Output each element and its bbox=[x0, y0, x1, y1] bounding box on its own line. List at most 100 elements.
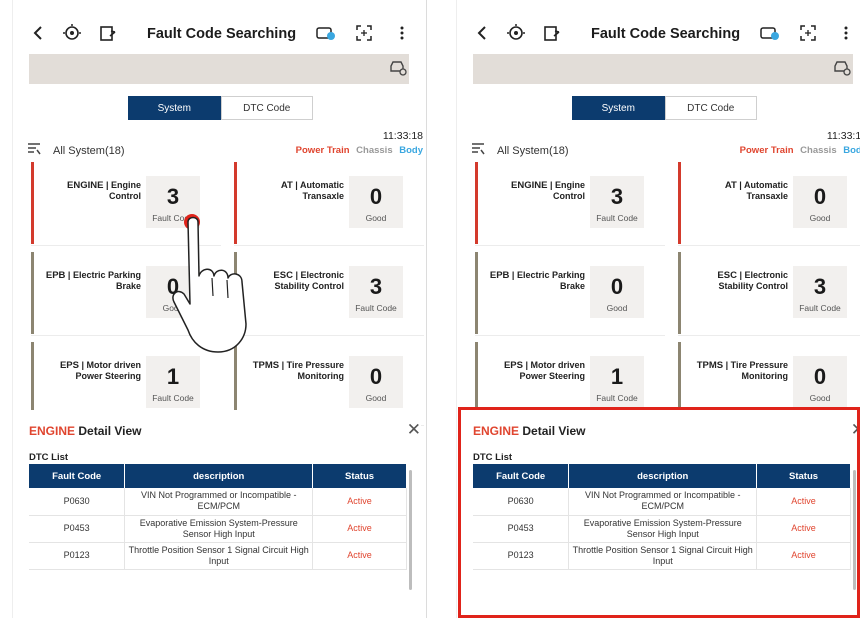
description-cell: Evaporative Emission System-Pressure Sen… bbox=[568, 515, 758, 543]
system-desc: Motor driven Power Steering bbox=[75, 360, 141, 381]
header-description: description bbox=[568, 464, 758, 488]
fault-count-box[interactable]: 0 Good bbox=[349, 356, 403, 408]
filter-list-icon[interactable] bbox=[27, 143, 41, 158]
screen-after: Fault Code Searching System DTC Code All… bbox=[456, 0, 860, 618]
more-icon[interactable] bbox=[835, 22, 857, 44]
system-name: ESC | Electronic Stability Control bbox=[717, 270, 788, 291]
close-icon[interactable]: ✕ bbox=[851, 420, 860, 440]
system-code: EPS bbox=[59, 360, 79, 371]
dtc-table: Fault Code description Status P0630 VIN N… bbox=[29, 464, 407, 570]
timestamp: 11:33:18 bbox=[826, 130, 860, 142]
table-row[interactable]: P0453 Evaporative Emission System-Pressur… bbox=[29, 515, 407, 543]
header-status: Status bbox=[312, 464, 407, 488]
fault-count: 1 bbox=[610, 364, 624, 389]
all-system-label: All System(18) bbox=[497, 145, 569, 157]
dtc-table-header: Fault Code description Status bbox=[29, 464, 407, 488]
tab-system[interactable]: System bbox=[128, 96, 221, 120]
back-icon[interactable] bbox=[27, 22, 49, 44]
fault-status: Good bbox=[365, 393, 387, 403]
status-bar bbox=[31, 162, 34, 244]
fault-count: 0 bbox=[610, 274, 624, 299]
category-filters: Power Train Chassis Body bbox=[296, 145, 423, 156]
fault-count-box[interactable]: 3 Fault Code bbox=[590, 176, 644, 228]
system-name: EPS | Motor driven Power Steering bbox=[59, 360, 141, 381]
fault-count-box[interactable]: 0 Good bbox=[793, 356, 847, 408]
capture-icon[interactable] bbox=[353, 22, 375, 44]
filter-power-train[interactable]: Power Train bbox=[740, 145, 794, 156]
fault-status: Fault Code bbox=[596, 393, 638, 403]
fault-count-box[interactable]: 0 Good bbox=[793, 176, 847, 228]
system-card-engine[interactable]: ENGINE | Engine Control 3 Fault Code bbox=[475, 160, 665, 246]
system-card-epb[interactable]: EPB | Electric Parking Brake 0 Good bbox=[475, 250, 665, 336]
system-summary-row: All System(18) 11:33:18 Power Train Chas… bbox=[27, 128, 423, 160]
share-icon[interactable] bbox=[541, 22, 563, 44]
vin-icon[interactable] bbox=[759, 22, 781, 44]
detail-title: ENGINE Detail View bbox=[29, 424, 142, 438]
system-desc: Tire Pressure Monitoring bbox=[286, 360, 344, 381]
system-desc: Electric Parking Brake bbox=[72, 270, 141, 291]
vin-icon[interactable] bbox=[315, 22, 337, 44]
status-bar bbox=[678, 162, 681, 244]
system-desc: Engine Control bbox=[109, 180, 141, 201]
obd-icon[interactable] bbox=[61, 22, 83, 44]
fault-status: Fault Code bbox=[596, 213, 638, 223]
system-code: TPMS bbox=[696, 360, 724, 371]
table-row[interactable]: P0630 VIN Not Programmed or Incompatible … bbox=[473, 488, 851, 516]
capture-icon[interactable] bbox=[797, 22, 819, 44]
header-description: description bbox=[124, 464, 314, 488]
system-code: EPB bbox=[45, 270, 66, 281]
table-row[interactable]: P0123 Throttle Position Sensor 1 Signal C… bbox=[473, 542, 851, 570]
fault-count-box[interactable]: 1 Fault Code bbox=[590, 356, 644, 408]
filter-body[interactable]: Body bbox=[843, 145, 860, 156]
filter-body[interactable]: Body bbox=[399, 145, 423, 156]
fault-count-box[interactable]: 3 Fault Code bbox=[349, 266, 403, 318]
system-desc: Electric Parking Brake bbox=[516, 270, 585, 291]
system-code: ENGINE bbox=[511, 180, 548, 191]
fault-code-cell: P0630 bbox=[473, 488, 570, 516]
close-icon[interactable]: ✕ bbox=[407, 420, 421, 440]
share-icon[interactable] bbox=[97, 22, 119, 44]
page-title: Fault Code Searching bbox=[147, 26, 297, 42]
description-cell: Throttle Position Sensor 1 Signal Circui… bbox=[124, 542, 314, 570]
tab-dtc-code[interactable]: DTC Code bbox=[220, 96, 313, 120]
table-scrollbar[interactable] bbox=[853, 470, 856, 590]
system-code: ENGINE bbox=[67, 180, 104, 191]
fault-count-box[interactable]: 1 Fault Code bbox=[146, 356, 200, 408]
dtc-table-body: P0630 VIN Not Programmed or Incompatible … bbox=[29, 488, 407, 570]
table-row[interactable]: P0630 VIN Not Programmed or Incompatible … bbox=[29, 488, 407, 516]
status-bar bbox=[475, 162, 478, 244]
vehicle-info-bar bbox=[473, 54, 853, 84]
category-filters: Power Train Chassis Body bbox=[740, 145, 860, 156]
car-icon[interactable] bbox=[389, 60, 407, 79]
fault-count-box[interactable]: 0 Good bbox=[349, 176, 403, 228]
filter-chassis[interactable]: Chassis bbox=[356, 145, 392, 156]
system-name: EPB | Electric Parking Brake bbox=[45, 270, 141, 291]
table-row[interactable]: P0123 Throttle Position Sensor 1 Signal C… bbox=[29, 542, 407, 570]
fault-count-box[interactable]: 3 Fault Code bbox=[793, 266, 847, 318]
fault-count: 3 bbox=[813, 274, 827, 299]
system-name: TPMS | Tire Pressure Monitoring bbox=[252, 360, 344, 381]
system-code: EPB bbox=[489, 270, 510, 281]
back-icon[interactable] bbox=[471, 22, 493, 44]
tab-dtc-code[interactable]: DTC Code bbox=[664, 96, 757, 120]
car-icon[interactable] bbox=[833, 60, 851, 79]
system-card-esc[interactable]: ESC | Electronic Stability Control 3 Fault… bbox=[678, 250, 860, 336]
table-row[interactable]: P0453 Evaporative Emission System-Pressur… bbox=[473, 515, 851, 543]
fault-status: Good bbox=[809, 213, 831, 223]
system-desc: Automatic Transaxle bbox=[299, 180, 344, 201]
filter-power-train[interactable]: Power Train bbox=[296, 145, 350, 156]
dtc-table: Fault Code description Status P0630 VIN N… bbox=[473, 464, 851, 570]
filter-list-icon[interactable] bbox=[471, 143, 485, 158]
tap-hand-icon bbox=[172, 214, 247, 353]
table-scrollbar[interactable] bbox=[409, 470, 412, 590]
filter-chassis[interactable]: Chassis bbox=[800, 145, 836, 156]
system-card-at[interactable]: AT | Automatic Transaxle 0 Good bbox=[678, 160, 860, 246]
obd-icon[interactable] bbox=[505, 22, 527, 44]
fault-count-box[interactable]: 0 Good bbox=[590, 266, 644, 318]
view-tabs: System DTC Code bbox=[572, 96, 757, 120]
fault-count: 3 bbox=[369, 274, 383, 299]
tab-system[interactable]: System bbox=[572, 96, 665, 120]
more-icon[interactable] bbox=[391, 22, 413, 44]
system-name: AT | Automatic Transaxle bbox=[280, 180, 344, 201]
system-summary-row: All System(18) 11:33:18 Power Train Chas… bbox=[471, 128, 860, 160]
